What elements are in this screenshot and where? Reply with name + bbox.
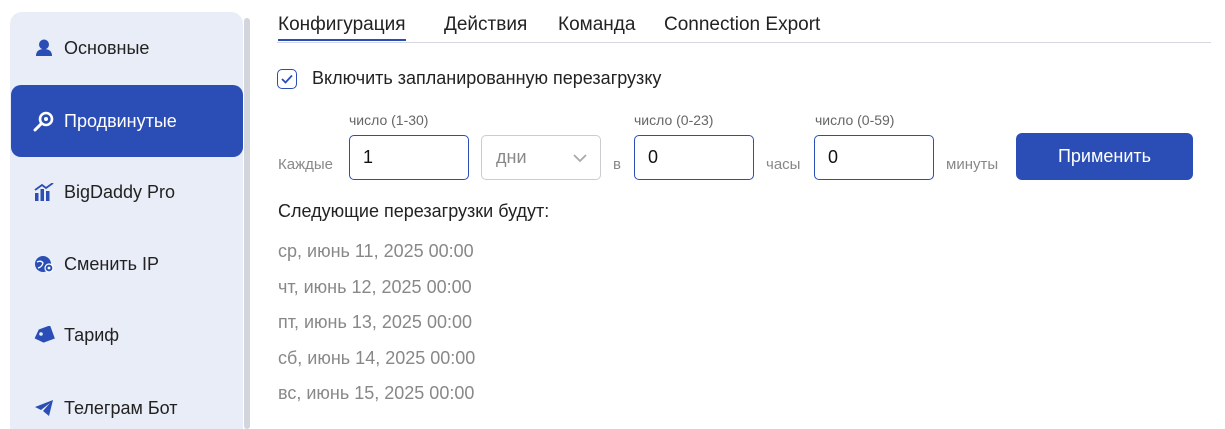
sidebar-item-bigdaddy-pro[interactable]: BigDaddy Pro: [11, 156, 243, 228]
hours-label: часы: [766, 156, 801, 173]
sidebar: Основные Продвинутые BigDaddy Pro Сменит…: [10, 12, 243, 429]
next-reboots-title: Следующие перезагрузки будут:: [278, 201, 550, 221]
tab-configuration[interactable]: Конфигурация: [278, 14, 406, 41]
list-item: вс, июнь 15, 2025 00:00: [278, 383, 475, 403]
sidebar-scrollbar[interactable]: [244, 18, 250, 429]
at-label: в: [613, 156, 621, 173]
sidebar-item-basic[interactable]: Основные: [11, 12, 243, 84]
hours-value: 0: [648, 147, 659, 167]
tag-icon: [33, 324, 55, 346]
sidebar-item-change-ip[interactable]: Сменить IP: [11, 228, 243, 300]
minutes-hint: число (0-59): [815, 112, 895, 128]
interval-unit-select[interactable]: дни: [481, 135, 601, 180]
enable-schedule-checkbox[interactable]: [277, 68, 297, 89]
tab-actions[interactable]: Действия: [444, 14, 527, 36]
hours-hint: число (0-23): [634, 112, 714, 128]
number-hint: число (1-30): [349, 112, 429, 128]
sidebar-item-label: Сменить IP: [64, 253, 160, 274]
minutes-input[interactable]: 0: [814, 135, 934, 180]
tab-bar: Конфигурация Действия Команда Connection…: [277, 0, 1211, 43]
key-gear-icon: [33, 110, 55, 132]
list-item: чт, июнь 12, 2025 00:00: [278, 276, 472, 297]
sidebar-item-label: Тариф: [64, 324, 120, 345]
globe-pin-icon: [33, 253, 55, 275]
sidebar-item-label: Продвинутые: [64, 110, 177, 131]
tab-command[interactable]: Команда: [558, 14, 635, 36]
list-item: сб, июнь 14, 2025 00:00: [278, 347, 476, 368]
sidebar-item-label: Телеграм Бот: [64, 397, 178, 418]
list-item: пт, июнь 13, 2025 00:00: [278, 312, 472, 332]
minutes-value: 0: [828, 147, 839, 167]
chevron-down-icon: [573, 153, 587, 162]
bar-chart-icon: [33, 181, 55, 203]
interval-unit-value: дни: [496, 147, 527, 167]
next-reboots-list: ср, июнь 11, 2025 00:00 чт, июнь 12, 202…: [278, 240, 475, 418]
telegram-icon: [33, 397, 55, 419]
list-item: ср, июнь 11, 2025 00:00: [278, 241, 474, 261]
sidebar-item-label: BigDaddy Pro: [64, 181, 176, 202]
enable-schedule-label: Включить запланированную перезагрузку: [312, 68, 662, 88]
sidebar-item-label: Основные: [64, 37, 150, 58]
hours-input[interactable]: 0: [634, 135, 754, 180]
sidebar-item-tariff[interactable]: Тариф: [11, 299, 243, 371]
every-label: Каждые: [278, 156, 333, 173]
interval-number-input[interactable]: 1: [349, 135, 469, 180]
apply-button[interactable]: Применить: [1016, 133, 1193, 180]
minutes-label: минуты: [946, 156, 999, 173]
sidebar-item-advanced[interactable]: Продвинутые: [11, 85, 243, 157]
sidebar-item-telegram-bot[interactable]: Телеграм Бот: [11, 372, 243, 429]
enable-schedule-row: Включить запланированную перезагрузку: [277, 68, 661, 89]
interval-number-value: 1: [363, 147, 374, 167]
tab-connection-export[interactable]: Connection Export: [664, 14, 820, 36]
check-icon: [281, 74, 293, 84]
user-icon: [33, 37, 55, 59]
